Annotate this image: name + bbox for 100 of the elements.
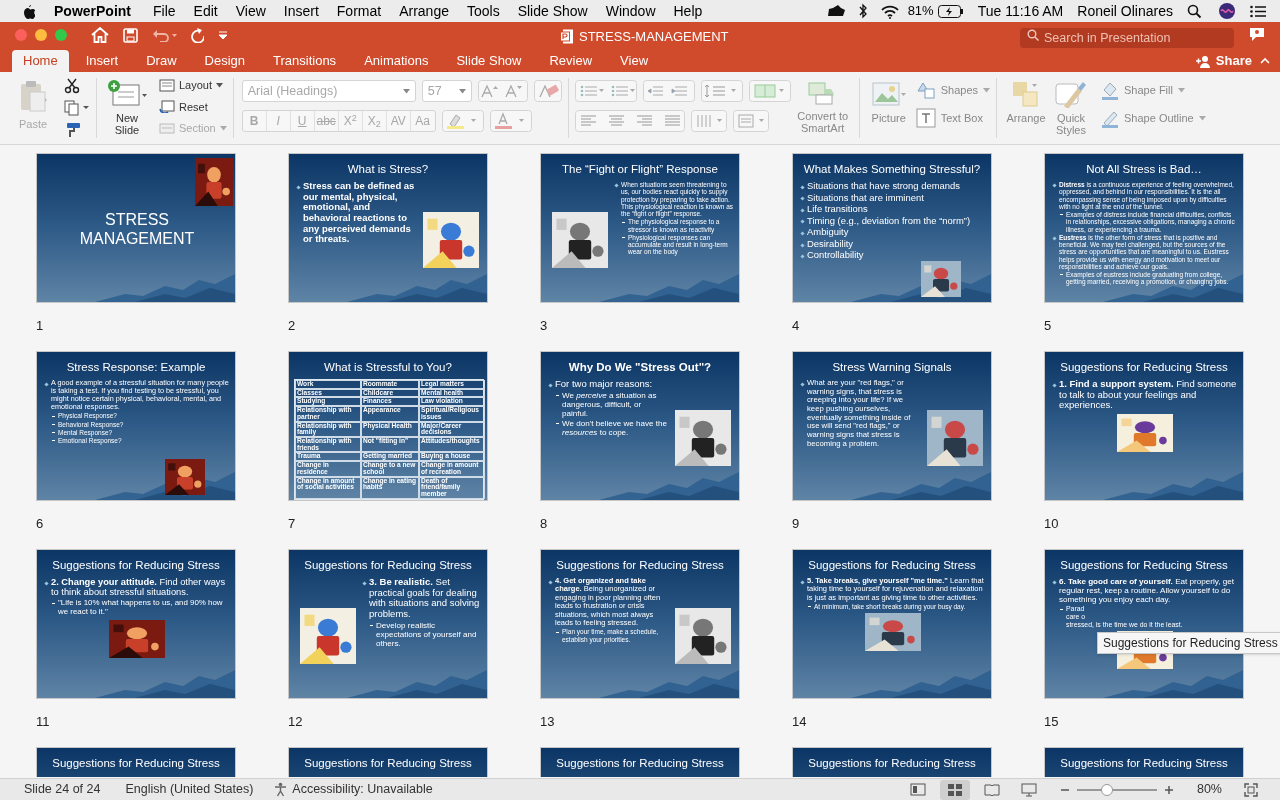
slide-number: 1 — [36, 317, 44, 335]
slide-title: Suggestions for Reducing Stress — [1059, 558, 1229, 573]
menu-item[interactable]: View — [235, 0, 266, 22]
slide-thumbnail[interactable]: STRESS MANAGEMENT — [36, 153, 236, 303]
slide-thumbnail[interactable]: Suggestions for Reducing Stress 1. Find a support system. Find someone to talk to about your feelings and experiences. — [1044, 351, 1244, 501]
app-menu[interactable]: PowerPoint — [54, 0, 131, 22]
search-icon — [1027, 29, 1039, 41]
slide-thumbnail[interactable]: What is Stress? Stress can be defined as our mental, physical, emotional, and behavioral reactions to any perceived demands or threats. — [288, 153, 488, 303]
bullet-icon — [362, 581, 367, 586]
apple-icon — [21, 3, 35, 19]
format-painter-icon[interactable] — [64, 122, 82, 138]
slide-thumbnail[interactable]: Suggestions for Reducing Stress — [288, 747, 488, 777]
ribbon-tab[interactable]: Review — [538, 50, 604, 72]
slide-thumbnail[interactable]: Suggestions for Reducing Stress — [1044, 747, 1244, 777]
menu-item[interactable]: Arrange — [399, 0, 449, 22]
ribbon-tab[interactable]: Animations — [353, 50, 440, 72]
zoom-level[interactable]: 80% — [1196, 780, 1222, 799]
undo-icon[interactable] — [152, 28, 178, 42]
ribbon-tab[interactable]: Transitions — [262, 50, 348, 72]
home-icon[interactable] — [91, 27, 109, 43]
ribbon-tab[interactable]: View — [609, 50, 660, 72]
text-box-icon — [915, 108, 936, 128]
ribbon-tab[interactable]: Draw — [135, 50, 188, 72]
slide-thumbnail[interactable] — [540, 153, 740, 303]
document-icon — [560, 29, 574, 45]
ribbon-tab[interactable]: Home — [12, 50, 69, 72]
menu-item[interactable]: Format — [336, 0, 382, 22]
dash-icon — [556, 631, 559, 633]
ribbon-tab[interactable]: Slide Show — [445, 50, 533, 72]
reset-button[interactable]: Reset — [159, 98, 227, 115]
accessibility-status[interactable]: Accessibility: Unavailable — [292, 780, 433, 799]
user-name[interactable]: Roneil Olinares — [1077, 0, 1173, 22]
copy-icon[interactable] — [64, 100, 90, 116]
slider-thumb[interactable] — [1100, 783, 1113, 796]
dash-icon — [52, 602, 55, 604]
list-icon[interactable] — [1250, 4, 1266, 18]
slide-sorter-icon — [946, 781, 963, 798]
menu-item[interactable]: Window — [605, 0, 656, 22]
bluetooth-icon[interactable] — [857, 3, 868, 19]
layout-button[interactable]: Layout — [159, 77, 227, 94]
slide-thumbnail[interactable] — [792, 351, 992, 501]
menu-item[interactable]: File — [153, 0, 176, 22]
clock[interactable]: Tue 11:16 AM — [977, 0, 1064, 22]
zoom-in-icon[interactable] — [1164, 785, 1173, 794]
accessibility-icon[interactable] — [273, 782, 289, 797]
slide-thumbnail[interactable]: Suggestions for Reducing Stress 3. Be realistic. Set practical goals for dealing with situations and solving problems. Develop realistic expectations of yourself and others. — [288, 549, 488, 699]
menu-item[interactable]: Insert — [283, 0, 319, 22]
clipboard-icon — [18, 80, 48, 114]
slide-thumbnail[interactable] — [540, 549, 740, 699]
search-icon[interactable] — [1187, 3, 1202, 19]
bullet-text: Situations that have strong demands — [807, 181, 960, 192]
battery-icon[interactable] — [937, 4, 964, 18]
menu-item[interactable]: Help — [673, 0, 703, 22]
cloud-icon[interactable] — [825, 4, 846, 18]
dash-icon — [556, 422, 559, 424]
minimize-button[interactable] — [35, 29, 47, 41]
dash-icon — [808, 606, 811, 608]
customize-icon[interactable] — [218, 30, 228, 40]
menu-item[interactable]: Edit — [193, 0, 218, 22]
paint-bucket-icon — [1101, 81, 1119, 100]
slide-thumbnail[interactable] — [1044, 549, 1244, 699]
slide-thumbnail[interactable]: Why Do We "Stress Out"? For two major reasons: We perceive a situation as dangerous, difficult, or painful. We don't believe we have the resources to cope. — [540, 351, 740, 501]
ribbon-tab[interactable]: Design — [193, 50, 256, 72]
ribbon-tab[interactable]: Insert — [74, 50, 130, 72]
section-icon — [159, 121, 175, 135]
new-slide-button[interactable]: New Slide — [103, 80, 151, 136]
slide-thumbnail[interactable] — [792, 549, 992, 699]
slide-thumbnail[interactable]: Suggestions for Reducing Stress — [792, 747, 992, 777]
slide-number: 5 — [1044, 317, 1052, 335]
slide-number: 9 — [792, 515, 800, 533]
search-field[interactable]: Search in Presentation — [1020, 28, 1234, 48]
siri-icon[interactable] — [1218, 2, 1236, 20]
save-icon[interactable] — [123, 27, 138, 43]
fit-to-window-icon[interactable] — [1244, 782, 1258, 797]
wifi-icon[interactable] — [879, 3, 900, 19]
slide-thumbnail[interactable] — [288, 351, 488, 501]
caret-icon — [983, 87, 990, 93]
slide-title: Why Do We "Stress Out"? — [567, 360, 713, 375]
share-button[interactable]: Share — [1194, 50, 1252, 72]
bullet-icon — [800, 231, 805, 236]
slide-thumbnail[interactable]: Suggestions for Reducing Stress — [36, 747, 236, 777]
bullet-icon — [800, 382, 805, 387]
bullet-text: Desirability — [807, 238, 854, 250]
slide-thumbnail[interactable] — [1044, 153, 1244, 303]
new-slide-icon — [107, 80, 147, 108]
menu-item[interactable]: Tools — [466, 0, 500, 22]
scissors-icon[interactable] — [64, 78, 80, 94]
redo-icon[interactable] — [188, 27, 204, 43]
slide-number: 2 — [288, 317, 296, 335]
comment-icon[interactable] — [1249, 27, 1265, 42]
slide-thumbnail[interactable]: Suggestions for Reducing Stress — [540, 747, 740, 777]
slide-thumbnail[interactable] — [36, 351, 236, 501]
view-button[interactable] — [939, 779, 970, 800]
font-color-icon[interactable] — [489, 110, 532, 132]
bullet-text: Ambiguity — [807, 227, 849, 238]
slide-thumbnail[interactable]: What Makes Something Stressful? Situations that have strong demands Situations that are imminent Life transitions Timing (e.g., deviation from the “norm”) Ambiguity Desirability Controllability — [792, 153, 992, 303]
bullet-text: We perceive a situation as dangerous, difficult, or painful. — [562, 390, 658, 418]
collapse-icon[interactable] — [1260, 57, 1270, 64]
language-status[interactable]: English (United States) — [125, 780, 254, 799]
menu-item[interactable]: Slide Show — [517, 0, 588, 22]
